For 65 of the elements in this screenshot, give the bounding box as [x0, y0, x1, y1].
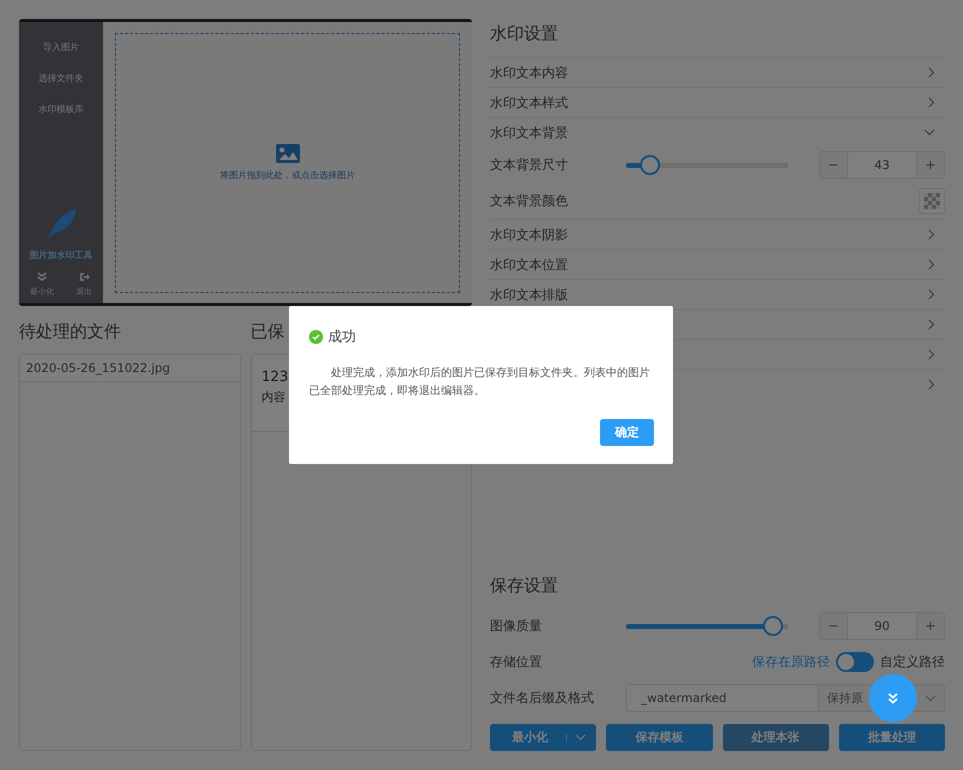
split-button[interactable]: 最小化	[490, 724, 596, 751]
section-title: 水印设置	[490, 23, 558, 45]
row-label: 水印文本内容	[490, 64, 568, 82]
exit-icon	[78, 272, 90, 282]
double-chevron-icon	[888, 692, 898, 704]
double-chevron-icon	[37, 272, 47, 282]
sidebar-item[interactable]: 选择文件夹	[38, 72, 84, 85]
option-label: 保存在原路径	[752, 654, 830, 671]
drop-zone[interactable]: 将图片拖到此处，或点击选择图片	[115, 33, 460, 293]
action-label: 最小化	[30, 286, 54, 297]
row-label: 水印文本位置	[490, 256, 568, 274]
decrement-button[interactable]: −	[820, 613, 847, 639]
section-title: 保存设置	[490, 575, 558, 597]
row-label: 水印文本样式	[490, 94, 568, 112]
template-detail: 内容	[262, 389, 286, 406]
action-button[interactable]: 保存模板	[606, 724, 712, 751]
sidebar-action[interactable]: 最小化	[30, 272, 54, 297]
chevron-right-icon	[928, 259, 935, 270]
control-label: 文本背景尺寸	[490, 157, 569, 174]
caret-icon	[566, 734, 586, 741]
chevron-down-icon	[924, 129, 935, 136]
action-button[interactable]: 批量处理	[838, 724, 945, 751]
settings-row[interactable]: 水印文本位置	[490, 249, 945, 279]
slider-thumb[interactable]	[640, 155, 660, 175]
image-icon	[276, 144, 300, 163]
increment-button[interactable]: +	[917, 152, 944, 178]
chevron-down-icon	[925, 694, 936, 702]
drop-hint: 将图片拖到此处，或点击选择图片	[220, 170, 355, 182]
success-icon	[309, 330, 323, 344]
slider-thumb[interactable]	[762, 616, 783, 636]
sidebar-item[interactable]: 水印模板库	[38, 103, 84, 116]
file-item[interactable]: 2020-05-26_151022.jpg	[20, 355, 240, 382]
settings-row[interactable]: 水印文本样式	[490, 87, 945, 117]
toggle-switch[interactable]	[836, 652, 874, 672]
chevron-right-icon	[928, 319, 935, 330]
settings-row[interactable]: 水印文本内容	[490, 57, 945, 87]
template-name: 123	[262, 369, 288, 385]
chevron-right-icon	[928, 349, 935, 360]
chevron-right-icon	[928, 289, 935, 300]
row-label: 水印文本排版	[490, 286, 568, 304]
control-label: 文件名后缀及格式	[490, 690, 595, 707]
scroll-down-button[interactable]	[869, 674, 917, 722]
dialog-message: 处理完成，添加水印后的图片已保存到目标文件夹。列表中的图片已全部处理完成，即将退出编辑器。	[309, 365, 651, 399]
control-label: 文本背景颜色	[490, 193, 569, 210]
chevron-right-icon	[928, 67, 935, 78]
chevron-right-icon	[928, 229, 935, 240]
option-label: 自定义路径	[880, 654, 945, 671]
dialog-title: 成功	[328, 328, 356, 346]
row-label: 水印文本阴影	[490, 226, 568, 244]
control-label: 存储位置	[490, 654, 543, 671]
sidebar-item[interactable]: 导入图片	[43, 41, 79, 54]
control-label: 图像质量	[490, 618, 543, 635]
section-title: 待处理的文件	[19, 321, 121, 343]
settings-row[interactable]: 水印文本阴影	[490, 219, 945, 249]
color-picker[interactable]	[919, 188, 945, 214]
suffix-field[interactable]: _watermarked	[626, 684, 819, 712]
row-label: 水印文本背景	[490, 124, 568, 142]
app-name: 图片加水印工具	[30, 249, 92, 262]
decrement-button[interactable]: −	[820, 152, 847, 178]
confirm-button[interactable]: 确定	[600, 419, 654, 446]
section-title: 已保	[250, 321, 284, 343]
chevron-right-icon	[928, 97, 935, 108]
increment-button[interactable]: +	[917, 613, 944, 639]
chevron-right-icon	[928, 379, 935, 390]
settings-row[interactable]: 水印文本背景	[490, 117, 945, 147]
